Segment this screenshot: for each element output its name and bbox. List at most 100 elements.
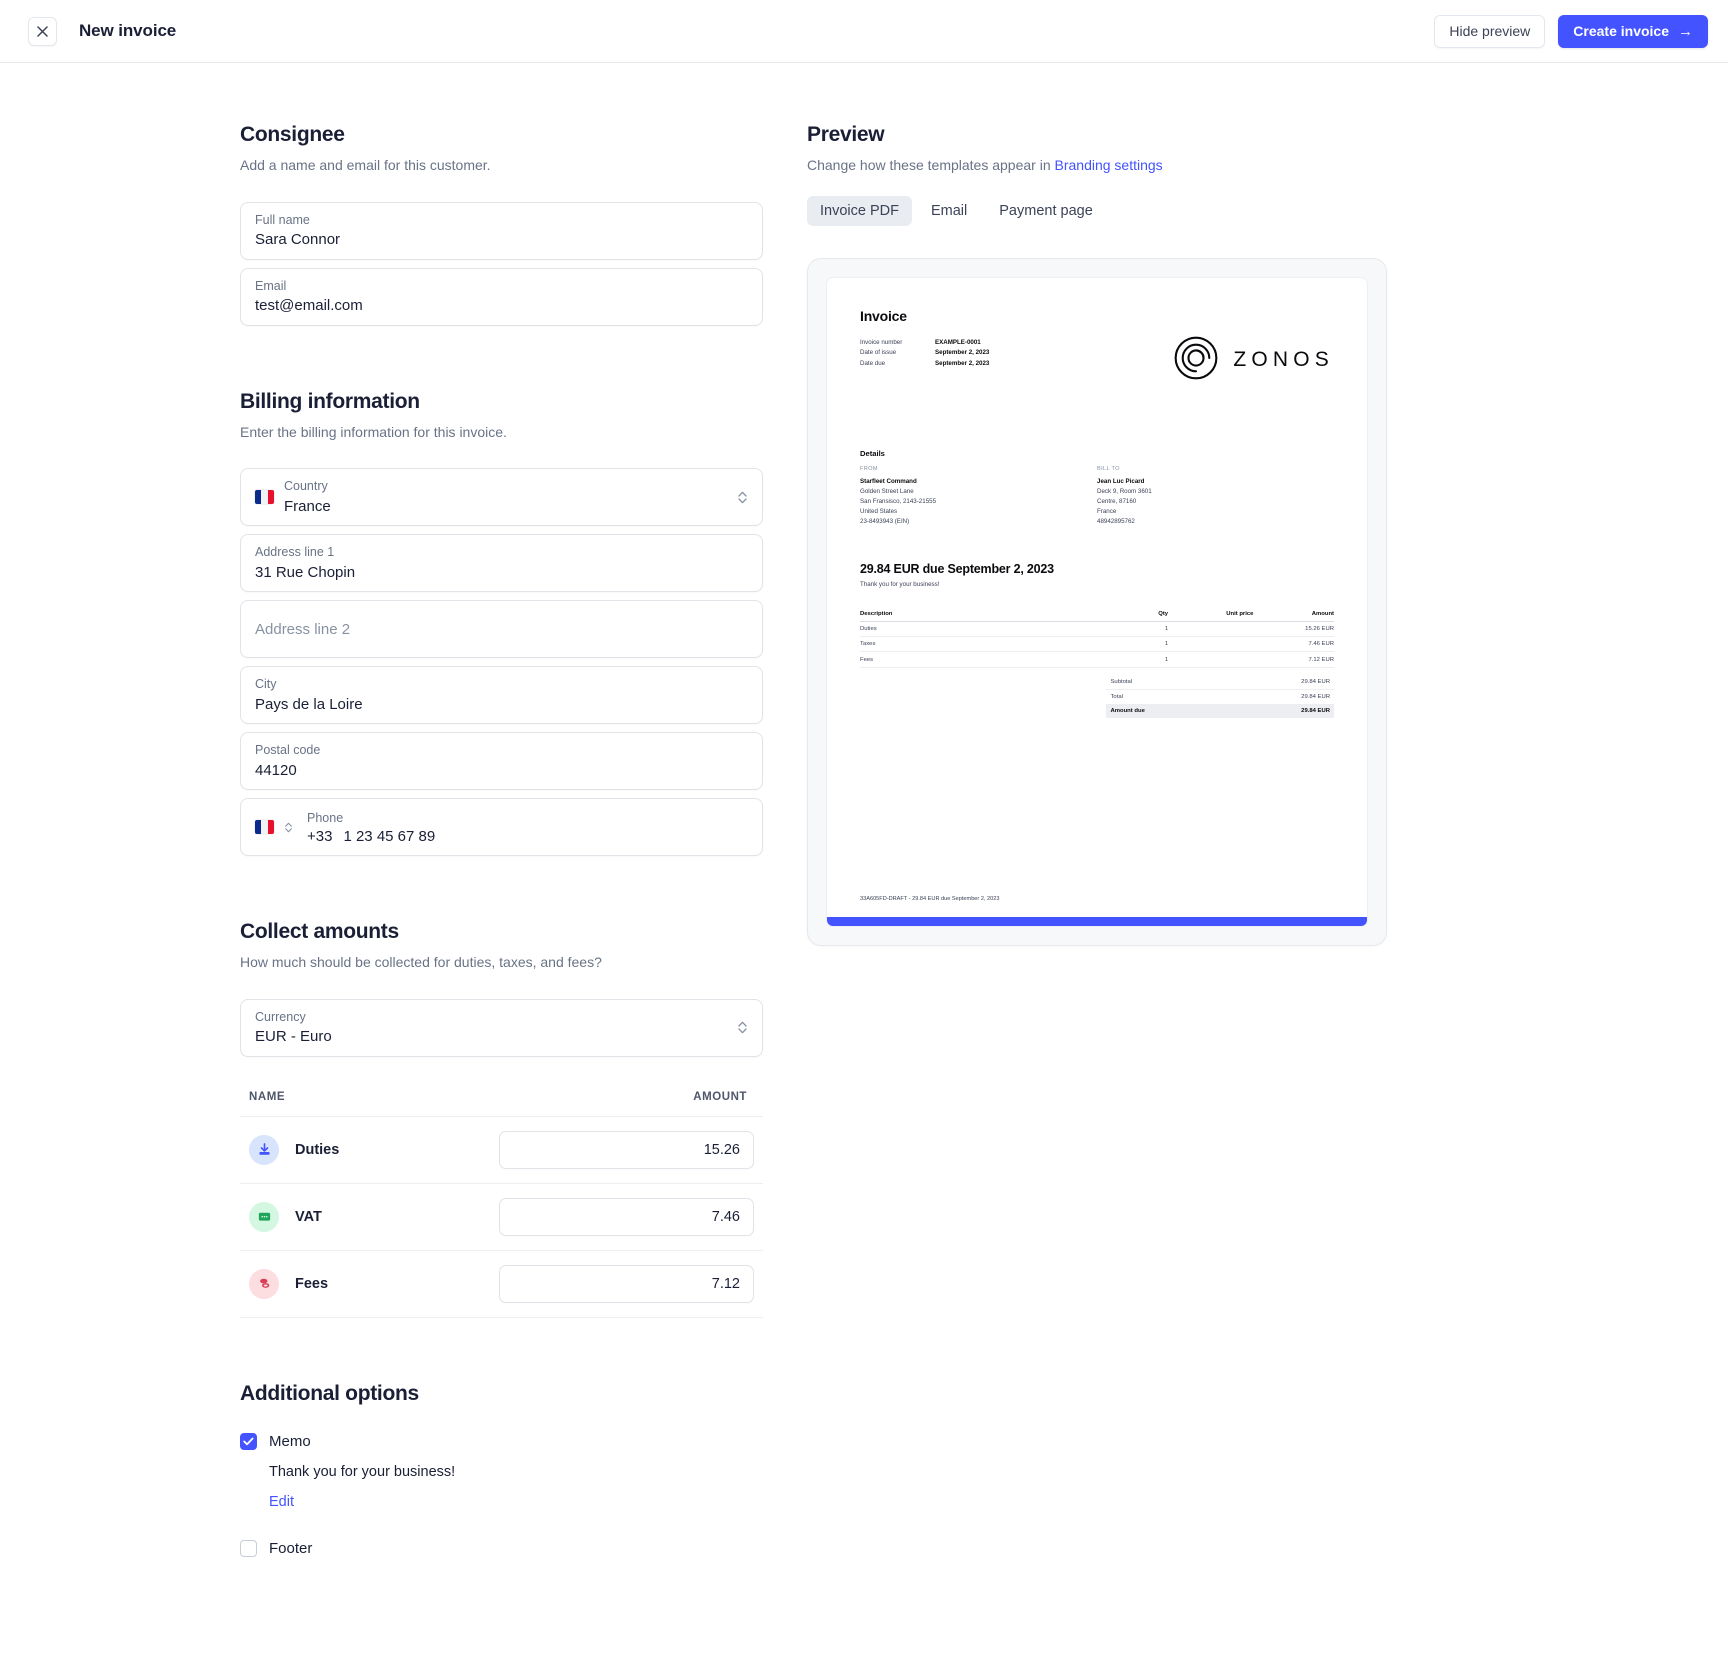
from-heading: FROM: [860, 465, 878, 472]
td-qty: 1: [1087, 651, 1169, 668]
memo-option-row[interactable]: Memo: [240, 1432, 763, 1450]
invoice-form-column: Consignee Add a name and email for this …: [240, 123, 763, 1557]
branding-settings-link[interactable]: Branding settings: [1055, 157, 1163, 173]
tab-payment-page[interactable]: Payment page: [986, 196, 1106, 226]
postal-code-field[interactable]: Postal code 44120: [240, 732, 763, 791]
billto-line: Deck 9, Room 3601: [1097, 487, 1152, 495]
consignee-title: Consignee: [240, 123, 345, 146]
summary-value: 29.84 EUR: [1301, 678, 1330, 685]
phone-country-code: +33: [307, 827, 333, 845]
close-button[interactable]: [28, 16, 57, 46]
td-amount: 15.26 EUR: [1253, 621, 1334, 637]
email-label: Email: [255, 278, 287, 293]
create-invoice-button[interactable]: Create invoice →: [1558, 14, 1708, 48]
footer-option-row[interactable]: Footer: [240, 1539, 763, 1557]
th-description: Description: [860, 606, 1088, 622]
td-qty: 1: [1087, 636, 1169, 653]
email-field[interactable]: Email test@email.com: [240, 267, 763, 326]
billto-line: France: [1097, 508, 1117, 516]
chevron-updown-icon: [737, 1020, 748, 1035]
currency-value: EUR - Euro: [255, 1028, 332, 1046]
phone-label: Phone: [307, 810, 344, 825]
td-unit-price: [1168, 636, 1254, 653]
billing-title: Billing information: [240, 389, 420, 413]
line-item-row: Taxes 1 7.46 EUR: [860, 636, 1334, 653]
td-description: Fees: [860, 651, 1088, 668]
additional-options-section: Additional options Memo Thank you for yo…: [240, 1382, 763, 1557]
tab-invoice-pdf[interactable]: Invoice PDF: [807, 195, 912, 226]
amount-input-vat[interactable]: 7.46: [499, 1197, 754, 1236]
invoice-doc-brand: ZONOS: [1174, 336, 1334, 385]
from-line: Starfleet Command: [860, 477, 917, 485]
invoice-line-items-table: Description Qty Unit price Amount Duties…: [860, 606, 1334, 668]
memo-body: Thank you for your business! Edit: [269, 1464, 763, 1511]
meta-value: EXAMPLE-0001: [935, 338, 981, 346]
meta-row: Date due September 2, 2023: [860, 359, 989, 370]
chevron-updown-icon[interactable]: [284, 821, 293, 834]
consignee-section: Consignee Add a name and email for this …: [240, 123, 763, 326]
top-bar: New invoice Hide preview Create invoice …: [0, 0, 1728, 63]
address-line-2-field[interactable]: Address line 2: [240, 600, 763, 659]
memo-edit-link[interactable]: Edit: [269, 1494, 294, 1510]
table-row: VAT 7.46: [240, 1182, 763, 1250]
brand-name: ZONOS: [1233, 348, 1334, 372]
amount-input-fees[interactable]: 7.12: [499, 1264, 754, 1303]
memo-checkbox[interactable]: [240, 1432, 257, 1450]
details-title: Details: [860, 448, 885, 458]
billto-line: 48942895762: [1097, 518, 1135, 526]
full-name-field[interactable]: Full name Sara Connor: [240, 201, 763, 260]
postal-code-label: Postal code: [255, 743, 321, 758]
from-line: 23-8493943 (EIN): [860, 518, 910, 526]
tab-email[interactable]: Email: [918, 196, 980, 226]
invoice-due-line: 29.84 EUR due September 2, 2023: [860, 561, 1054, 576]
address-line-1-field[interactable]: Address line 1 31 Rue Chopin: [240, 534, 763, 593]
country-select[interactable]: Country France: [240, 468, 763, 527]
city-label: City: [255, 677, 277, 692]
invoice-doc-meta: Invoice number EXAMPLE-0001 Date of issu…: [860, 338, 989, 370]
td-amount: 7.46 EUR: [1253, 636, 1334, 653]
france-flag-icon: [255, 490, 274, 505]
meta-row: Invoice number EXAMPLE-0001: [860, 338, 989, 349]
row-label: Duties: [295, 1141, 340, 1158]
memo-label: Memo: [269, 1432, 311, 1450]
chevron-updown-icon: [737, 490, 748, 505]
footer-checkbox[interactable]: [240, 1539, 257, 1557]
phone-field[interactable]: Phone +33 1 23 45 67 89: [240, 798, 763, 857]
preview-column: Preview Change how these templates appea…: [807, 123, 1387, 1557]
th-qty: Qty: [1087, 606, 1169, 622]
address-line-1-label: Address line 1: [255, 545, 335, 560]
td-description: Taxes: [860, 636, 1088, 653]
invoice-doc-footer: 33A605FD-DRAFT - 29.84 EUR due September…: [860, 895, 1000, 902]
preview-subtitle-text: Change how these templates appear in: [807, 157, 1055, 173]
page-title: New invoice: [79, 21, 177, 40]
billing-section: Billing information Enter the billing in…: [240, 390, 763, 857]
meta-key: Invoice number: [860, 338, 903, 346]
currency-select[interactable]: Currency EUR - Euro: [240, 998, 763, 1057]
line-items-header-row: Description Qty Unit price Amount: [860, 606, 1334, 622]
td-unit-price: [1168, 621, 1254, 637]
table-row: Duties 15.26: [240, 1115, 763, 1183]
close-icon: [37, 25, 48, 37]
city-field[interactable]: City Pays de la Loire: [240, 666, 763, 725]
invoice-document: Invoice Invoice number EXAMPLE-0001 Date…: [827, 277, 1367, 926]
td-unit-price: [1168, 651, 1254, 668]
row-label: VAT: [295, 1208, 322, 1225]
city-value: Pays de la Loire: [255, 695, 363, 713]
hide-preview-button[interactable]: Hide preview: [1434, 14, 1546, 48]
billto-line: Centre, 87160: [1097, 498, 1137, 505]
top-bar-actions: Hide preview Create invoice →: [1434, 14, 1708, 48]
collect-amounts-section: Collect amounts How much should be colle…: [240, 920, 763, 1318]
billing-subtitle: Enter the billing information for this i…: [240, 423, 507, 440]
footer-label: Footer: [269, 1539, 313, 1557]
amounts-table-header: NAME AMOUNT: [240, 1091, 763, 1116]
amount-input-duties[interactable]: 15.26: [499, 1130, 754, 1169]
france-flag-icon: [255, 820, 274, 835]
from-line: San Fransisco, 2143-21555: [860, 498, 937, 505]
invoice-doc-header: Invoice Invoice number EXAMPLE-0001 Date…: [860, 308, 1334, 385]
billing-fields: Country France Address line 1 31 Rue Cho…: [240, 468, 763, 857]
receipt-card-icon: [249, 1201, 279, 1232]
invoice-doc-details: Details FROM Starfleet Command Golden St…: [860, 385, 1334, 528]
preview-tabs: Invoice PDF Email Payment page: [807, 195, 1387, 226]
meta-value: September 2, 2023: [935, 359, 990, 367]
email-value: test@email.com: [255, 296, 363, 314]
